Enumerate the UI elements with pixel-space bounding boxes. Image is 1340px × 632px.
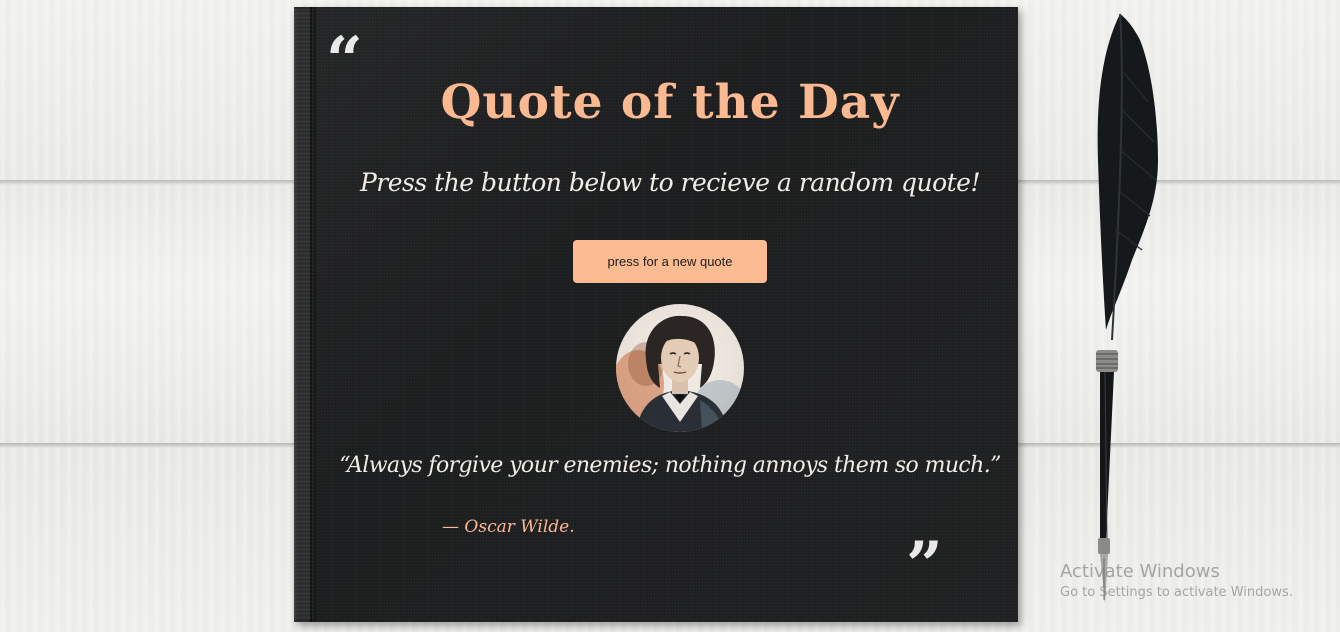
watermark-subtitle: Go to Settings to activate Windows. bbox=[1060, 585, 1293, 600]
author-portrait-avatar bbox=[616, 304, 744, 432]
close-quote-icon: ” bbox=[906, 528, 943, 603]
quote-author: — Oscar Wilde. bbox=[442, 517, 575, 537]
activate-windows-watermark: Activate Windows Go to Settings to activ… bbox=[1060, 561, 1293, 603]
page-title: Quote of the Day bbox=[440, 75, 900, 130]
quote-text: “Always forgive your enemies; nothing an… bbox=[339, 453, 1001, 478]
new-quote-button[interactable]: press for a new quote bbox=[573, 240, 767, 283]
quill-pen-icon bbox=[1096, 13, 1158, 604]
page-subtitle: Press the button below to recieve a rand… bbox=[359, 168, 981, 197]
quote-book-card: “ Quote of the Day Press the button belo… bbox=[294, 7, 1018, 622]
author-portrait-icon bbox=[616, 315, 744, 432]
watermark-title: Activate Windows bbox=[1060, 561, 1220, 582]
